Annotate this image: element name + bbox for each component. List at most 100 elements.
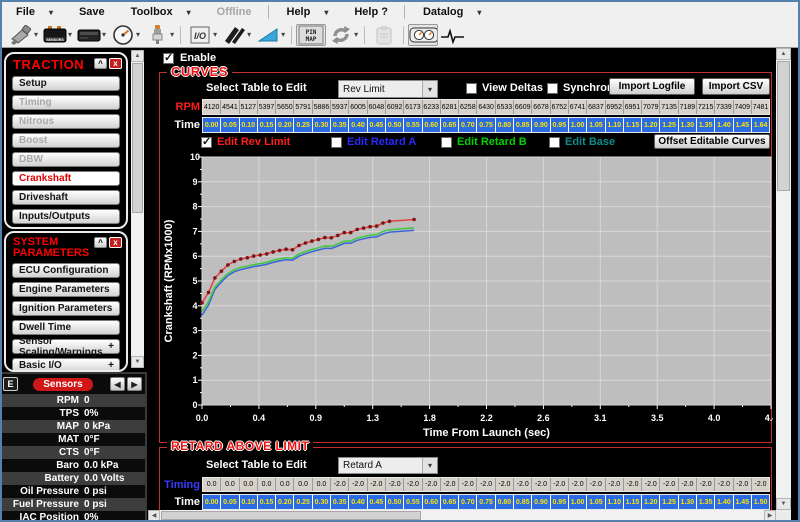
- menu-save[interactable]: Save: [65, 4, 117, 20]
- view-deltas-checkbox[interactable]: [466, 83, 477, 94]
- edit-retard-a-checkbox[interactable]: [331, 137, 342, 148]
- time-cell[interactable]: 0.30: [313, 118, 331, 132]
- import-logfile-button[interactable]: Import Logfile: [609, 78, 695, 95]
- rpm-cell[interactable]: 6258: [459, 100, 477, 114]
- rpm-cell[interactable]: 7215: [697, 100, 715, 114]
- time-cell[interactable]: 0.30: [313, 495, 331, 509]
- timing-cell[interactable]: -2.0: [496, 478, 514, 491]
- sensors-prev-button[interactable]: ◀: [110, 377, 125, 391]
- horizontal-scroll-thumb[interactable]: [161, 511, 421, 520]
- rpm-cell[interactable]: 6281: [441, 100, 459, 114]
- chevron-down-icon[interactable]: ▾: [281, 30, 285, 39]
- time-cell[interactable]: 0.20: [276, 495, 294, 509]
- time-cell[interactable]: 0.95: [551, 118, 569, 132]
- menu-help[interactable]: Help▾: [273, 4, 341, 20]
- time-cell[interactable]: 0.35: [331, 118, 349, 132]
- sidebar-item-crankshaft[interactable]: Crankshaft: [12, 171, 120, 186]
- timing-cell[interactable]: -2.0: [715, 478, 733, 491]
- timing-cell[interactable]: 0.0: [313, 478, 331, 491]
- time-cell[interactable]: 0.00: [203, 118, 221, 132]
- menu-file[interactable]: File▾: [2, 4, 65, 20]
- time-cell[interactable]: 1.15: [624, 118, 642, 132]
- close-icon[interactable]: x: [109, 237, 122, 248]
- rpm-cell[interactable]: 6533: [496, 100, 514, 114]
- time-cell[interactable]: 0.50: [386, 495, 404, 509]
- rpm-cell[interactable]: 6430: [477, 100, 495, 114]
- chevron-down-icon[interactable]: ▾: [354, 30, 358, 39]
- chevron-down-icon[interactable]: ▾: [68, 30, 72, 39]
- time-cell[interactable]: 1.20: [642, 118, 660, 132]
- sidebar-item-inputs-outputs[interactable]: Inputs/Outputs: [12, 209, 120, 224]
- menu-help[interactable]: Help ?: [340, 4, 400, 20]
- rpm-cell[interactable]: 7339: [715, 100, 733, 114]
- timing-cell[interactable]: -2.0: [386, 478, 404, 491]
- chevron-down-icon[interactable]: ▾: [102, 30, 106, 39]
- scroll-down-icon[interactable]: ▼: [776, 498, 791, 510]
- time-cell[interactable]: 1.25: [660, 495, 678, 509]
- time-cell[interactable]: 0.70: [459, 118, 477, 132]
- time-cell[interactable]: 0.45: [368, 118, 386, 132]
- rpm-cell[interactable]: 6609: [514, 100, 532, 114]
- time-cell[interactable]: 0.00: [203, 495, 221, 509]
- timing-cell[interactable]: 0.0: [294, 478, 312, 491]
- time-cell[interactable]: 0.85: [514, 118, 532, 132]
- rpm-cell[interactable]: 7481: [752, 100, 769, 114]
- time-cell[interactable]: 0.90: [532, 495, 550, 509]
- time-cell[interactable]: 1.30: [679, 118, 697, 132]
- main-vertical-scrollbar[interactable]: ▲ ▼: [776, 48, 791, 510]
- timing-cell[interactable]: 0.0: [203, 478, 221, 491]
- time-cell[interactable]: 0.25: [294, 118, 312, 132]
- time-cell[interactable]: 1.30: [679, 495, 697, 509]
- close-icon[interactable]: x: [109, 58, 122, 69]
- timing-cell[interactable]: -2.0: [660, 478, 678, 491]
- rpm-cell[interactable]: 6752: [551, 100, 569, 114]
- time-cell[interactable]: 0.75: [477, 118, 495, 132]
- rpm-cell[interactable]: 6092: [386, 100, 404, 114]
- horizontal-scrollbar[interactable]: ◀ ▶: [148, 510, 776, 521]
- time-cell[interactable]: 0.70: [459, 495, 477, 509]
- rpm-cell[interactable]: 6837: [587, 100, 605, 114]
- timing-cell[interactable]: -2.0: [514, 478, 532, 491]
- timing-cell[interactable]: -2.0: [679, 478, 697, 491]
- time-cell[interactable]: 0.15: [258, 495, 276, 509]
- sidebar-item-dbw[interactable]: DBW: [12, 152, 120, 167]
- timing-cell[interactable]: -2.0: [459, 478, 477, 491]
- time-cell[interactable]: 1.40: [715, 118, 733, 132]
- timing-cell[interactable]: -2.0: [551, 478, 569, 491]
- time-cell[interactable]: 0.40: [349, 118, 367, 132]
- fan-icon[interactable]: [253, 23, 283, 47]
- chevron-down-icon[interactable]: ▾: [34, 30, 38, 39]
- timing-cell[interactable]: -2.0: [697, 478, 715, 491]
- time-cell[interactable]: 0.65: [441, 495, 459, 509]
- rpm-cell[interactable]: 4120: [203, 100, 221, 114]
- scroll-right-icon[interactable]: ▶: [764, 510, 776, 521]
- time-cell[interactable]: 0.15: [258, 118, 276, 132]
- timing-cell[interactable]: 0.0: [221, 478, 239, 491]
- sidebar-item-dwell-time[interactable]: Dwell Time: [12, 320, 120, 335]
- sidebar-item-ecu-configuration[interactable]: ECU Configuration: [12, 263, 120, 278]
- timing-cell[interactable]: -2.0: [331, 478, 349, 491]
- time-cell[interactable]: 0.05: [221, 118, 239, 132]
- sidebar-item-basic-i-o[interactable]: Basic I/O+: [12, 358, 120, 372]
- sidebar-scrollbar[interactable]: ▲ ▼: [131, 50, 144, 368]
- timing-cell[interactable]: -2.0: [477, 478, 495, 491]
- timing-cell[interactable]: -2.0: [404, 478, 422, 491]
- time-cell[interactable]: 0.10: [240, 495, 258, 509]
- edit-base-checkbox[interactable]: [549, 137, 560, 148]
- sensors-module-icon[interactable]: SENSORS: [40, 23, 70, 47]
- time-cell[interactable]: 1.00: [569, 118, 587, 132]
- rpm-cell[interactable]: 5791: [294, 100, 312, 114]
- sensors-next-button[interactable]: ▶: [127, 377, 142, 391]
- timing-cell[interactable]: -2.0: [532, 478, 550, 491]
- time-cell[interactable]: 0.25: [294, 495, 312, 509]
- time-cell[interactable]: 1.50: [752, 495, 769, 509]
- rpm-cell[interactable]: 5886: [313, 100, 331, 114]
- timing-cell[interactable]: -2.0: [569, 478, 587, 491]
- time-cell[interactable]: 1.45: [734, 118, 752, 132]
- sparkplug-icon[interactable]: [142, 23, 172, 47]
- gauges-icon[interactable]: [408, 24, 438, 46]
- injector-icon[interactable]: [6, 23, 36, 47]
- timing-cell[interactable]: 0.0: [258, 478, 276, 491]
- rpm-cell[interactable]: 6173: [404, 100, 422, 114]
- sync-axes-checkbox[interactable]: [547, 83, 558, 94]
